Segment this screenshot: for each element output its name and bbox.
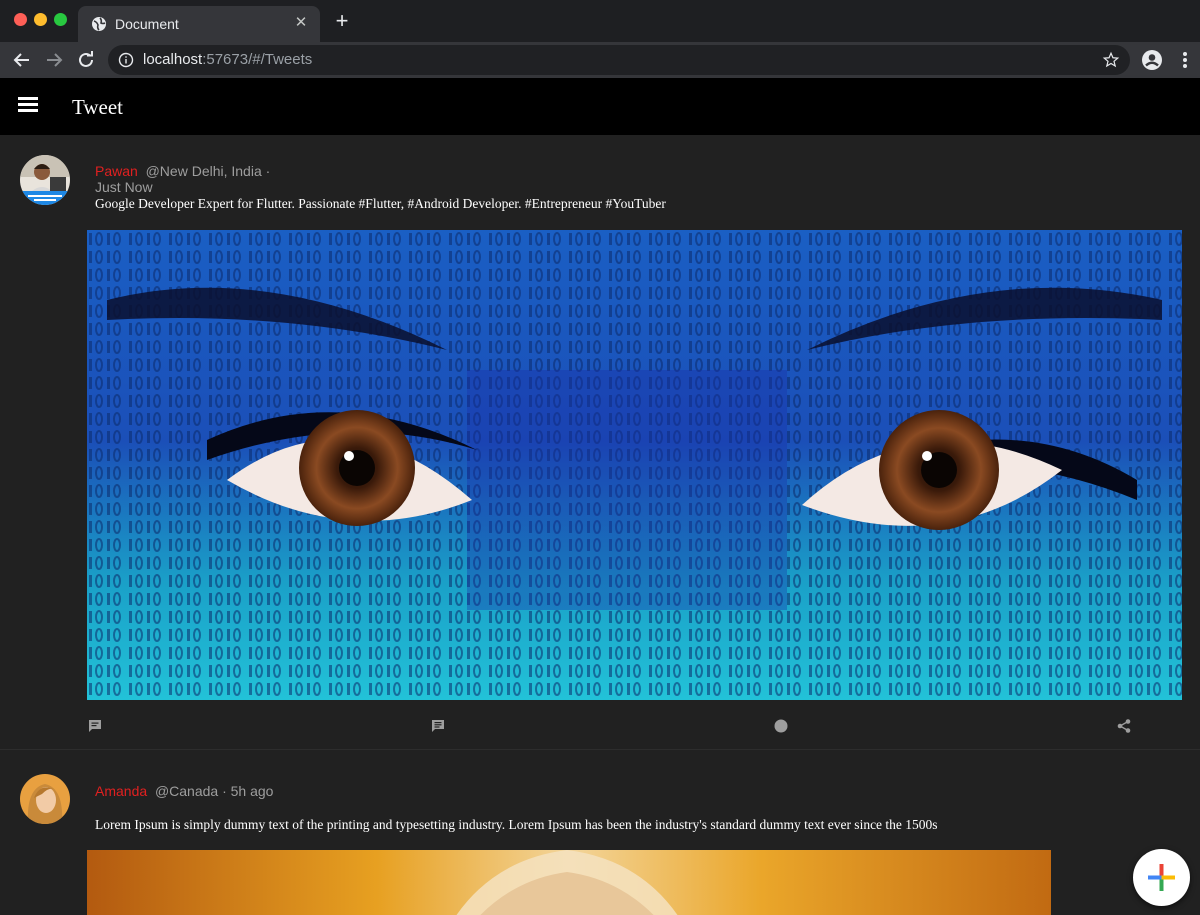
avatar-photo [20, 774, 70, 824]
avatar-photo [20, 155, 70, 205]
minimize-window-button[interactable] [34, 13, 47, 26]
back-arrow-icon[interactable] [10, 48, 34, 72]
author-name[interactable]: Amanda [95, 783, 147, 799]
avatar[interactable] [20, 774, 70, 824]
tweet-image[interactable] [87, 850, 1051, 915]
chat-icon[interactable] [430, 718, 446, 734]
forward-arrow-icon[interactable] [42, 48, 66, 72]
hamburger-menu-icon[interactable] [18, 97, 38, 115]
address-bar[interactable]: localhost:57673/#/Tweets [108, 45, 1130, 75]
browser-tab[interactable]: Document ✕ [78, 6, 320, 42]
browser-menu-icon[interactable] [1174, 49, 1196, 71]
comment-icon[interactable] [87, 718, 103, 734]
page-title: Tweet [72, 95, 124, 119]
tweet-actions [0, 718, 1200, 738]
woman-portrait-image [87, 850, 1051, 915]
share-icon[interactable] [1116, 718, 1132, 734]
plus-icon [1148, 864, 1175, 891]
profile-icon[interactable] [1141, 49, 1163, 71]
author-handle: @Canada · 5h ago [154, 783, 274, 799]
tweet-text: Lorem Ipsum is simply dummy text of the … [95, 817, 938, 832]
info-icon[interactable] [118, 52, 134, 68]
url-path: :57673/#/Tweets [202, 51, 313, 68]
compose-tweet-button[interactable] [1133, 849, 1190, 906]
close-window-button[interactable] [14, 13, 27, 26]
tweet-timestamp: Just Now [95, 179, 153, 195]
avatar[interactable] [20, 155, 70, 205]
tweet-image[interactable] [87, 230, 1182, 700]
author-row: Amanda @Canada · 5h ago [95, 783, 273, 799]
reload-icon[interactable] [74, 48, 98, 72]
author-name[interactable]: Pawan [95, 163, 138, 179]
tweet-card[interactable]: Amanda @Canada · 5h ago Lorem Ipsum is s… [0, 751, 1200, 915]
new-tab-button[interactable]: + [332, 10, 352, 32]
bookmark-star-icon[interactable] [1102, 51, 1120, 69]
browser-titlebar: Document ✕ + [0, 0, 1200, 42]
blue-binary-eyes-image [87, 230, 1182, 700]
author-row: Pawan @New Delhi, India · [95, 163, 270, 179]
tweet-text: Google Developer Expert for Flutter. Pas… [95, 196, 666, 211]
url-host: localhost [143, 51, 203, 68]
close-tab-icon[interactable]: ✕ [292, 14, 310, 32]
dot-icon[interactable] [773, 718, 789, 734]
maximize-window-button[interactable] [54, 13, 67, 26]
app-bar: Tweet [0, 78, 1200, 135]
globe-icon [92, 17, 106, 31]
tweet-feed: Pawan @New Delhi, India · Just Now Googl… [0, 135, 1200, 915]
tweet-card[interactable]: Pawan @New Delhi, India · Just Now Googl… [0, 135, 1200, 750]
author-handle: @New Delhi, India · [145, 163, 271, 179]
url-text: localhost:57673/#/Tweets [143, 51, 312, 68]
browser-toolbar: localhost:57673/#/Tweets [0, 42, 1200, 78]
tab-title: Document [115, 16, 179, 32]
